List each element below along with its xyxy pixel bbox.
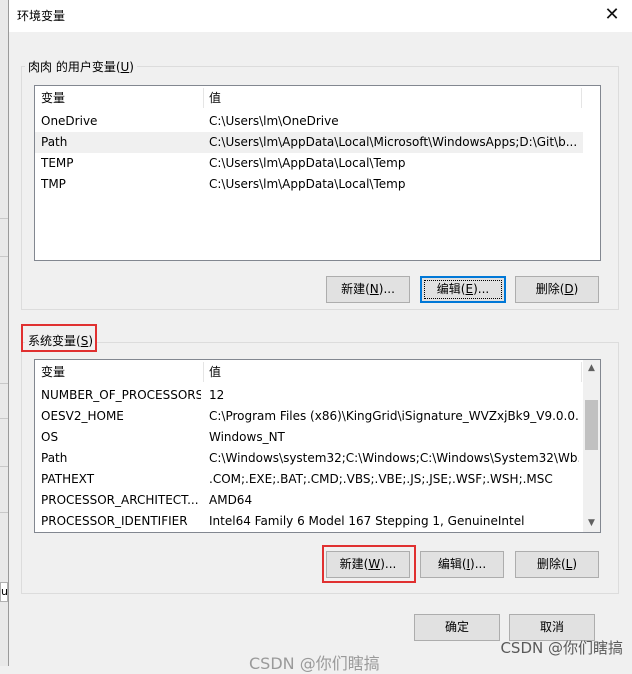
environment-variables-dialog: 环境变量 ✕ 肉肉 的用户变量(U) 变量 值 OneDrive C:\User… xyxy=(8,0,632,673)
watermark: CSDN @你们瞎搞 xyxy=(500,639,623,657)
list-item[interactable]: TEMP C:\Users\lm\AppData\Local\Temp xyxy=(35,153,600,174)
user-edit-button[interactable]: 编辑(E)... xyxy=(420,276,506,303)
background-input-fragment: u xyxy=(0,582,8,602)
list-item[interactable]: TMP C:\Users\lm\AppData\Local\Temp xyxy=(35,174,600,195)
variable-name: Path xyxy=(41,451,68,465)
user-variables-label: 肉肉 的用户变量(U) xyxy=(25,58,137,75)
variable-value: C:\Windows\system32;C:\Windows;C:\Window… xyxy=(209,451,579,465)
variable-name: PROCESSOR_ARCHITECT... xyxy=(41,493,199,507)
column-header-value[interactable]: 值 xyxy=(203,360,581,384)
user-delete-button[interactable]: 删除(D) xyxy=(515,276,599,303)
list-item[interactable]: PROCESSOR_IDENTIFIER Intel64 Family 6 Mo… xyxy=(35,511,583,532)
list-item-selected[interactable]: Path C:\Users\lm\AppData\Local\Microsoft… xyxy=(35,132,583,153)
variable-value: Windows_NT xyxy=(209,430,285,444)
variable-name: TMP xyxy=(41,177,66,191)
list-item[interactable]: NUMBER_OF_PROCESSORS 12 xyxy=(35,385,583,406)
variable-name: OS xyxy=(41,430,59,444)
scroll-thumb[interactable] xyxy=(585,400,598,450)
variable-value: C:\Program Files (x86)\KingGrid\iSignatu… xyxy=(209,409,579,423)
list-item[interactable]: OneDrive C:\Users\lm\OneDrive xyxy=(35,111,600,132)
list-header: 变量 值 xyxy=(35,360,600,384)
variable-value: C:\Users\lm\AppData\Local\Temp xyxy=(209,177,406,191)
variable-value: C:\Users\lm\OneDrive xyxy=(209,114,339,128)
system-edit-button[interactable]: 编辑(I)... xyxy=(420,551,504,578)
system-variables-list[interactable]: 变量 值 NUMBER_OF_PROCESSORS 12 OESV2_HOME … xyxy=(34,359,601,533)
close-icon[interactable]: ✕ xyxy=(601,4,623,26)
column-header-value[interactable]: 值 xyxy=(203,86,581,110)
column-header-variable[interactable]: 变量 xyxy=(35,360,203,384)
highlight-box xyxy=(21,324,97,352)
list-item[interactable]: OESV2_HOME C:\Program Files (x86)\KingGr… xyxy=(35,406,583,427)
list-item[interactable]: OS Windows_NT xyxy=(35,427,583,448)
list-item[interactable]: Path C:\Windows\system32;C:\Windows;C:\W… xyxy=(35,448,583,469)
variable-name: OESV2_HOME xyxy=(41,409,124,423)
list-header: 变量 值 xyxy=(35,86,600,110)
variable-value: .COM;.EXE;.BAT;.CMD;.VBS;.VBE;.JS;.JSE;.… xyxy=(209,472,553,486)
title-bar: 环境变量 ✕ xyxy=(9,0,632,32)
variable-name: PATHEXT xyxy=(41,472,95,486)
list-item[interactable]: PROCESSOR_ARCHITECT... AMD64 xyxy=(35,490,583,511)
column-header-variable[interactable]: 变量 xyxy=(35,86,203,110)
variable-name: Path xyxy=(41,135,68,149)
variable-value: C:\Users\lm\AppData\Local\Temp xyxy=(209,156,406,170)
user-new-button[interactable]: 新建(N)... xyxy=(326,276,410,303)
variable-name: OneDrive xyxy=(41,114,98,128)
highlight-box xyxy=(322,545,416,583)
list-item[interactable]: PATHEXT .COM;.EXE;.BAT;.CMD;.VBS;.VBE;.J… xyxy=(35,469,583,490)
scroll-up-icon[interactable]: ▲ xyxy=(583,360,600,377)
watermark-behind: CSDN @你们瞎搞 xyxy=(249,654,380,673)
variable-name: NUMBER_OF_PROCESSORS xyxy=(41,388,201,402)
window-title: 环境变量 xyxy=(17,9,66,23)
vertical-scrollbar[interactable]: ▲ ▼ xyxy=(583,360,600,532)
scroll-down-icon[interactable]: ▼ xyxy=(583,515,600,532)
user-variables-list[interactable]: 变量 值 OneDrive C:\Users\lm\OneDrive Path … xyxy=(34,85,601,261)
variable-name: PROCESSOR_IDENTIFIER xyxy=(41,514,188,528)
variable-value: 12 xyxy=(209,388,225,402)
variable-value: AMD64 xyxy=(209,493,253,507)
variable-value: Intel64 Family 6 Model 167 Stepping 1, G… xyxy=(209,514,525,528)
variable-value: C:\Users\lm\AppData\Local\Microsoft\Wind… xyxy=(209,135,578,149)
system-delete-button[interactable]: 删除(L) xyxy=(515,551,599,578)
ok-button[interactable]: 确定 xyxy=(414,614,500,641)
variable-name: TEMP xyxy=(41,156,74,170)
